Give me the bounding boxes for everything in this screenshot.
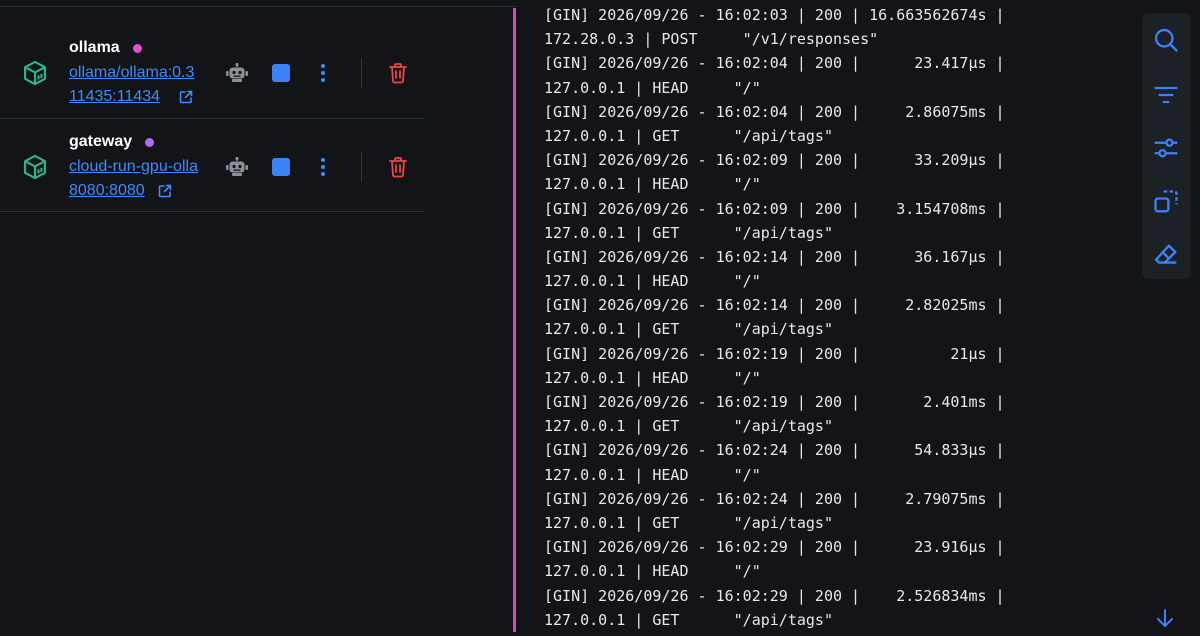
- log-line: [GIN] 2026/09/26 - 16:02:19 | 200 | 21µs…: [544, 344, 1005, 363]
- container-row-gateway[interactable]: gateway cloud-run-gpu-olla 8080:8080: [0, 119, 425, 212]
- log-line: [GIN] 2026/09/26 - 16:02:29 | 200 | 2.52…: [544, 586, 1005, 605]
- log-line: 127.0.0.1 | GET "/api/tags": [544, 513, 833, 532]
- kebab-menu-icon[interactable]: [316, 61, 330, 85]
- status-dot: [145, 138, 154, 147]
- copy-icon[interactable]: [1152, 188, 1180, 216]
- log-line: 127.0.0.1 | GET "/api/tags": [544, 320, 833, 339]
- log-line: [GIN] 2026/09/26 - 16:02:09 | 200 | 3.15…: [544, 199, 1005, 218]
- container-image-link[interactable]: ollama/ollama:0.3: [69, 64, 212, 82]
- robot-icon[interactable]: [226, 157, 248, 177]
- log-line: [GIN] 2026/09/26 - 16:02:14 | 200 | 2.82…: [544, 296, 1005, 315]
- external-link-icon[interactable]: [178, 89, 194, 105]
- log-line: 127.0.0.1 | GET "/api/tags": [544, 417, 833, 436]
- log-line: 127.0.0.1 | HEAD "/": [544, 175, 761, 194]
- arrow-down-icon[interactable]: [1153, 606, 1177, 630]
- log-line: [GIN] 2026/09/26 - 16:02:24 | 200 | 2.79…: [544, 489, 1005, 508]
- robot-icon[interactable]: [226, 63, 248, 83]
- container-port-link[interactable]: 8080:8080: [69, 182, 155, 200]
- log-line: 127.0.0.1 | GET "/api/tags": [544, 223, 833, 242]
- log-toolbar: [1142, 13, 1191, 279]
- log-line: [GIN] 2026/09/26 - 16:02:19 | 200 | 2.40…: [544, 393, 1005, 411]
- eraser-icon[interactable]: [1152, 241, 1180, 269]
- filter-icon[interactable]: [1152, 81, 1180, 109]
- stop-button[interactable]: [272, 158, 290, 176]
- status-dot: [133, 44, 142, 53]
- log-line: [GIN] 2026/09/26 - 16:02:29 | 200 | 23.9…: [544, 538, 1005, 557]
- log-line: [GIN] 2026/09/26 - 16:02:04 | 200 | 23.4…: [544, 54, 1005, 73]
- log-output[interactable]: [GIN] 2026/09/26 - 16:02:03 | 200 | 16.6…: [544, 3, 1124, 632]
- divider: [361, 58, 362, 88]
- log-line: 127.0.0.1 | GET "/api/tags": [544, 610, 833, 629]
- log-line: 127.0.0.1 | HEAD "/": [544, 272, 761, 291]
- log-line: 127.0.0.1 | HEAD "/": [544, 78, 761, 97]
- log-line: 127.0.0.1 | GET "/api/tags": [544, 126, 833, 145]
- log-accent-bar: [513, 8, 516, 632]
- container-list: ollama ollama/ollama:0.3 11435:11434 gat…: [0, 25, 425, 212]
- log-line: [GIN] 2026/09/26 - 16:02:14 | 200 | 36.1…: [544, 247, 1005, 266]
- log-line: [GIN] 2026/09/26 - 16:02:03 | 200 | 16.6…: [544, 6, 1005, 24]
- app-window: ollama ollama/ollama:0.3 11435:11434 gat…: [0, 0, 1200, 636]
- container-port-link[interactable]: 11435:11434: [69, 88, 177, 106]
- log-line: 127.0.0.1 | HEAD "/": [544, 465, 761, 484]
- external-link-icon[interactable]: [157, 183, 173, 199]
- container-row-ollama[interactable]: ollama ollama/ollama:0.3 11435:11434: [0, 25, 425, 119]
- sliders-icon[interactable]: [1152, 134, 1180, 162]
- log-line: [GIN] 2026/09/26 - 16:02:09 | 200 | 33.2…: [544, 151, 1005, 170]
- trash-icon[interactable]: [388, 62, 408, 84]
- search-icon[interactable]: [1152, 26, 1180, 54]
- log-line: 172.28.0.3 | POST "/v1/responses": [544, 30, 879, 49]
- container-image-link[interactable]: cloud-run-gpu-olla: [69, 158, 212, 176]
- log-line: 127.0.0.1 | HEAD "/": [544, 368, 761, 387]
- container-name: ollama: [69, 39, 120, 56]
- stop-button[interactable]: [272, 64, 290, 82]
- kebab-menu-icon[interactable]: [316, 155, 330, 179]
- container-cube-icon: [21, 153, 49, 181]
- trash-icon[interactable]: [388, 156, 408, 178]
- container-name: gateway: [69, 133, 133, 150]
- log-line: [GIN] 2026/09/26 - 16:02:24 | 200 | 54.8…: [544, 441, 1005, 460]
- log-line: 127.0.0.1 | HEAD "/": [544, 562, 761, 581]
- container-cube-icon: [21, 59, 49, 87]
- divider: [361, 152, 362, 182]
- log-line: [GIN] 2026/09/26 - 16:02:04 | 200 | 2.86…: [544, 102, 1005, 121]
- divider: [0, 6, 515, 7]
